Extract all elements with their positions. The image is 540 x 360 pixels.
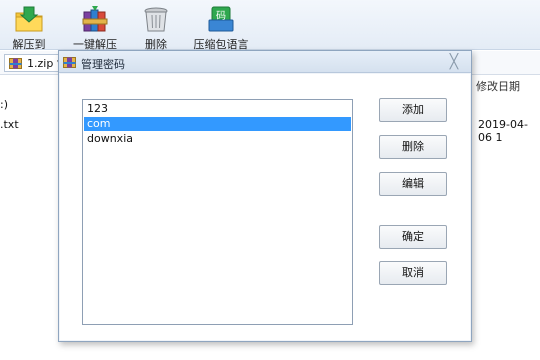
- main-toolbar: 解压到 一键解压 删除 码 压缩包语言: [0, 0, 540, 51]
- folder-extract-icon: [15, 6, 43, 32]
- extract-to-label: 解压到: [12, 38, 46, 51]
- dialog-title: 管理密码: [81, 58, 125, 71]
- edit-button[interactable]: 编辑: [379, 172, 447, 196]
- close-icon[interactable]: ╳: [445, 53, 463, 71]
- archive-path-dropdown[interactable]: 1.zip ▾: [4, 54, 62, 72]
- ok-button[interactable]: 确定: [379, 225, 447, 249]
- dialog-body: 123 com downxia 添加 删除 编辑 确定 取消: [60, 74, 470, 340]
- password-item-selected[interactable]: com: [84, 117, 351, 131]
- one-click-extract-button[interactable]: 一键解压: [60, 2, 130, 51]
- manage-password-dialog: 管理密码 ╳ 123 com downxia 添加 删除 编辑 确定 取消: [58, 50, 472, 342]
- add-button[interactable]: 添加: [379, 98, 447, 122]
- extract-to-button[interactable]: 解压到: [0, 2, 64, 51]
- password-item[interactable]: 123: [84, 102, 351, 116]
- archive-language-button[interactable]: 码 压缩包语言: [186, 2, 256, 51]
- trash-icon: [144, 7, 168, 32]
- archive-name: 1.zip: [27, 57, 54, 70]
- file-row-name[interactable]: :): [0, 98, 8, 111]
- code-icon-text: 码: [216, 10, 226, 22]
- archive-books-icon: [82, 6, 108, 32]
- winrar-app-icon: [63, 57, 76, 68]
- dialog-titlebar[interactable]: 管理密码 ╳: [59, 51, 471, 73]
- password-list[interactable]: 123 com downxia: [82, 99, 353, 325]
- cancel-button[interactable]: 取消: [379, 261, 447, 285]
- password-item[interactable]: downxia: [84, 132, 351, 146]
- zip-file-icon: [9, 58, 22, 69]
- file-row-date: 2019-04-06 1: [478, 118, 528, 144]
- delete-password-button[interactable]: 删除: [379, 135, 447, 159]
- delete-button[interactable]: 删除: [121, 2, 191, 51]
- code-language-icon: 码: [208, 6, 234, 32]
- modified-date-header[interactable]: 修改日期: [470, 78, 540, 96]
- file-row-name[interactable]: .txt: [0, 118, 19, 131]
